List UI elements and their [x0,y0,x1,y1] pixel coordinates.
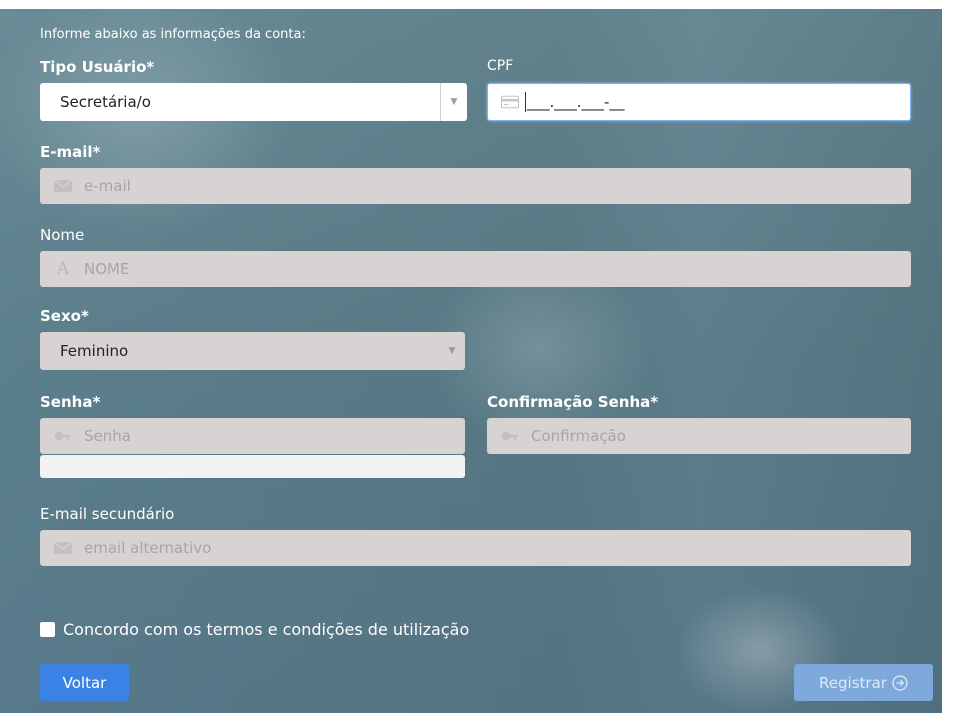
terms-checkbox[interactable] [40,622,55,637]
right-border [942,0,957,715]
text-cursor [525,92,526,112]
email-secundario-label: E-mail secundário [40,505,175,523]
top-border [0,0,957,9]
key-icon [54,427,72,445]
email-placeholder: e-mail [84,177,131,195]
senha-label: Senha* [40,393,101,411]
confirmacao-field[interactable]: Confirmação [487,418,911,454]
confirmacao-placeholder: Confirmação [531,427,626,445]
terms-label: Concordo com os termos e condições de ut… [63,620,470,639]
registrar-label: Registrar [819,673,887,692]
senha-field[interactable]: Senha [40,418,465,454]
email-field[interactable]: e-mail [40,168,911,204]
senha-placeholder: Senha [84,427,131,445]
nome-placeholder: NOME [84,260,130,278]
voltar-label: Voltar [62,673,107,692]
nome-field[interactable]: A NOME [40,251,911,287]
id-card-icon [501,93,519,111]
email-label: E-mail* [40,143,101,161]
password-strength-bar [40,455,465,478]
sexo-value: Feminino [60,342,129,360]
chevron-down-icon: ▼ [440,83,467,121]
sexo-select[interactable]: Feminino ▼ [40,332,465,370]
envelope-icon [54,539,72,557]
registrar-button[interactable]: Registrar [794,664,933,701]
email-secundario-field[interactable]: email alternativo [40,530,911,566]
cpf-mask: ___.___.___-__ [527,93,625,111]
circle-arrow-right-icon [892,674,908,691]
letter-a-icon: A [56,259,70,279]
envelope-icon [54,177,72,195]
tipo-usuario-label: Tipo Usuário* [40,58,155,76]
chevron-down-icon: ▼ [448,346,456,356]
email-secundario-placeholder: email alternativo [84,539,212,557]
key-icon [501,427,519,445]
terms-row: Concordo com os termos e condições de ut… [40,620,469,639]
tipo-usuario-value: Secretária/o [60,93,151,111]
nome-label: Nome [40,226,85,244]
tipo-usuario-select[interactable]: Secretária/o ▼ [40,83,467,121]
sexo-label: Sexo* [40,307,89,325]
cpf-input[interactable]: ___.___.___-__ [487,83,911,121]
cpf-label: CPF [487,58,514,74]
form-intro: Informe abaixo as informações da conta: [40,27,306,42]
confirmacao-label: Confirmação Senha* [487,393,659,411]
voltar-button[interactable]: Voltar [40,664,129,701]
